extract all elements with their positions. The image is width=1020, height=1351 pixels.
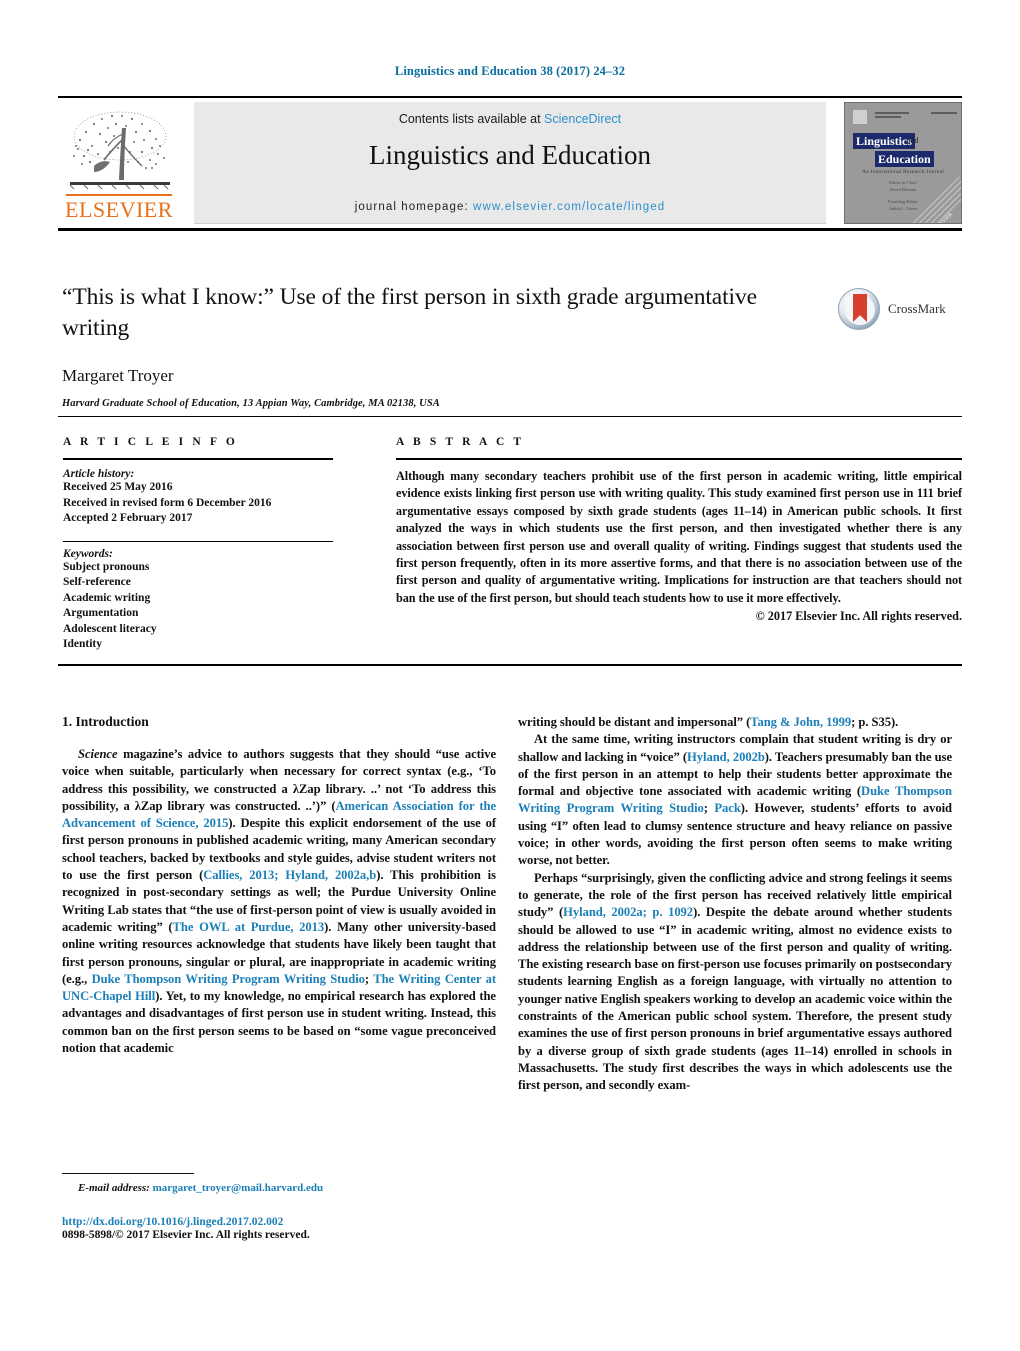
page-title: “This is what I know:” Use of the first …: [62, 284, 757, 341]
paragraph-intro-2: At the same time, writing instructors co…: [518, 731, 952, 869]
journal-homepage-line: journal homepage: www.elsevier.com/locat…: [194, 201, 826, 213]
abstract-rule: [396, 458, 962, 460]
running-head: Linguistics and Education 38 (2017) 24–3…: [394, 64, 626, 78]
paragraph-intro-1-cont: writing should be distant and impersonal…: [518, 714, 952, 731]
article-info-column: A R T I C L E I N F O Article history: R…: [63, 436, 333, 653]
history-item: Received in revised form 6 December 2016: [63, 496, 272, 509]
homepage-prefix: journal homepage:: [354, 201, 469, 213]
cover-topbar: [853, 110, 957, 124]
journal-title: Linguistics and Education: [369, 140, 651, 170]
abstract-column: A B S T R A C T Although many secondary …: [396, 436, 962, 624]
journal-masthead: ELSEVIER Contents lists available at Sci…: [58, 96, 962, 232]
crossmark-icon: [838, 288, 880, 330]
keywords-list: Subject pronouns Self-reference Academic…: [63, 560, 333, 653]
journal-name-science: Science: [78, 747, 118, 761]
masthead-top-rule: [58, 96, 962, 98]
contents-prefix: Contents lists available at: [398, 112, 541, 126]
keywords-label: Keywords:: [63, 547, 113, 560]
page-footer: http://dx.doi.org/10.1016/j.linged.2017.…: [62, 1216, 562, 1241]
keywords-rule: [63, 540, 333, 542]
abstract-copyright: © 2017 Elsevier Inc. All rights reserved…: [755, 609, 962, 624]
citation-pack[interactable]: Pack: [714, 801, 740, 815]
cont-text-a: writing should be distant and impersonal…: [518, 715, 751, 729]
cover-title-line1: Linguistics: [853, 133, 916, 149]
footnote-email-line: E-mail address: margaret_troyer@mail.har…: [62, 1182, 496, 1194]
masthead-bottom-rule: [58, 228, 962, 231]
elsevier-tree-icon: [69, 111, 170, 190]
cont-text-b: ; p. S35).: [851, 715, 899, 729]
cover-title-and: and: [907, 136, 919, 145]
history-item: Accepted 2 February 2017: [63, 512, 193, 524]
elsevier-logo: ELSEVIER: [60, 106, 178, 224]
intro-text-sep: ;: [364, 971, 374, 986]
title-block: “This is what I know:” Use of the first …: [62, 282, 822, 409]
section-title-introduction: 1. Introduction: [62, 714, 149, 729]
citation-owl-purdue[interactable]: The OWL at Purdue, 2013: [173, 920, 325, 934]
crossmark-label: CrossMark: [888, 301, 946, 316]
doi-link[interactable]: http://dx.doi.org/10.1016/j.linged.2017.…: [62, 1216, 562, 1228]
article-history-label: Article history:: [63, 468, 135, 480]
footnote-rule: [62, 1173, 194, 1174]
citation-callies-hyland[interactable]: Callies, 2013; Hyland, 2002a,b: [203, 868, 376, 882]
citation-tang-john[interactable]: Tang & John, 1999: [750, 715, 851, 729]
author-list: Margaret Troyer: [62, 366, 174, 385]
citation-duke-thompson[interactable]: Duke Thompson Writing Program Writing St…: [92, 972, 365, 986]
keyword-item: Argumentation: [63, 607, 139, 619]
history-item: Received 25 May 2016: [63, 481, 173, 493]
keyword-item: Subject pronouns: [63, 560, 150, 573]
contents-line: Contents lists available at ScienceDirec…: [194, 112, 826, 126]
p3-text-b: ). Despite the debate around whether stu…: [518, 905, 952, 1093]
keyword-item: Self-reference: [63, 576, 131, 588]
cover-diagonal-lines: [913, 177, 961, 223]
body-column-left: 1. Introduction Science magazine’s advic…: [62, 714, 496, 1057]
journal-cover-thumbnail[interactable]: Linguistics and Education An Internation…: [844, 102, 962, 224]
keywords-block: Keywords: Subject pronouns Self-referenc…: [63, 540, 333, 653]
keyword-item: Academic writing: [63, 591, 151, 604]
abstract-heading: A B S T R A C T: [396, 436, 525, 448]
cover-inner: Linguistics and Education An Internation…: [849, 107, 961, 223]
cover-subtitle: An International Research Journal: [862, 169, 944, 175]
author-email-link[interactable]: margaret_troyer@mail.harvard.edu: [153, 1182, 324, 1194]
paragraph-intro-1: Science magazine’s advice to authors sug…: [62, 746, 496, 1057]
elsevier-wordmark-text: ELSEVIER: [65, 197, 173, 222]
abstract-divider: [58, 664, 962, 666]
crossmark-badge[interactable]: CrossMark: [838, 288, 956, 334]
body-column-right: writing should be distant and impersonal…: [518, 714, 952, 1095]
footnote-block: E-mail address: margaret_troyer@mail.har…: [62, 1173, 496, 1194]
paragraph-intro-3: Perhaps “surprisingly, given the conflic…: [518, 870, 952, 1095]
citation-hyland-2002b[interactable]: Hyland, 2002b: [687, 750, 765, 764]
sciencedirect-link[interactable]: ScienceDirect: [544, 112, 621, 126]
email-label: E-mail address:: [78, 1182, 150, 1194]
homepage-url-link[interactable]: www.elsevier.com/locate/linged: [473, 201, 665, 213]
article-history-list: Received 25 May 2016 Received in revised…: [63, 480, 333, 527]
cover-publisher-mark: [853, 110, 867, 124]
p2-text-sep: ;: [703, 801, 715, 816]
cover-title-line2: Education: [875, 151, 934, 167]
citation-hyland-2002a[interactable]: Hyland, 2002a; p. 1092: [563, 905, 693, 919]
article-info-rule: [63, 458, 333, 460]
body-columns: 1. Introduction Science magazine’s advic…: [62, 714, 960, 1184]
abstract-text: Although many secondary teachers prohibi…: [396, 469, 962, 605]
article-info-heading: A R T I C L E I N F O: [63, 436, 238, 448]
keyword-item: Adolescent literacy: [63, 622, 157, 635]
elsevier-wordmark: ELSEVIER: [60, 194, 178, 223]
sciencedirect-banner: Contents lists available at ScienceDirec…: [194, 102, 826, 224]
affiliation: Harvard Graduate School of Education, 13…: [62, 398, 440, 409]
paper-page: Linguistics and Education 38 (2017) 24–3…: [0, 0, 1020, 1351]
title-divider: [58, 416, 962, 417]
issn-copyright-line: 0898-5898/© 2017 Elsevier Inc. All right…: [62, 1229, 310, 1241]
keyword-item: Identity: [63, 638, 102, 650]
